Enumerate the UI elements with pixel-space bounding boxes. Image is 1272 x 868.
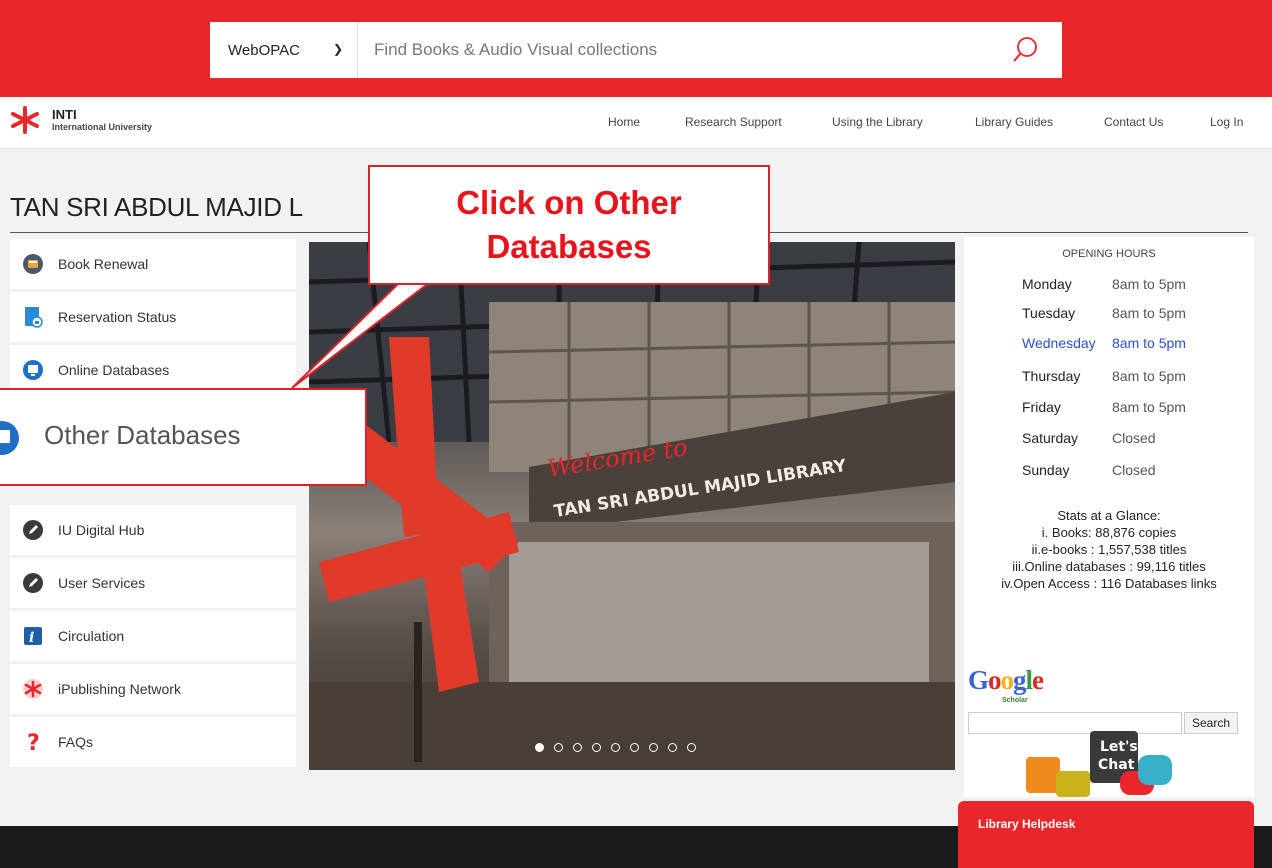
info-icon: i bbox=[22, 625, 44, 647]
sidebar-item-iu-digital-hub[interactable]: IU Digital Hub bbox=[10, 505, 296, 555]
sidebar-item-circulation[interactable]: i Circulation bbox=[10, 611, 296, 661]
helpdesk-label: Library Helpdesk bbox=[978, 817, 1076, 831]
nav-log-in[interactable]: Log In bbox=[1210, 115, 1243, 129]
hours-value: Closed bbox=[1112, 430, 1156, 446]
hours-value: Closed bbox=[1112, 462, 1156, 478]
sidebar-item-label: Online Databases bbox=[58, 362, 170, 378]
database-icon bbox=[22, 359, 44, 381]
slider-dot[interactable] bbox=[592, 743, 601, 752]
hours-value: 8am to 5pm bbox=[1112, 276, 1186, 292]
top-search-bar: WebOPAC ❯ Find Books & Audio Visual coll… bbox=[0, 0, 1272, 97]
slider-dots bbox=[309, 743, 729, 757]
stats-line: i. Books: 88,876 copies bbox=[1041, 525, 1177, 540]
slider-dot[interactable] bbox=[649, 743, 658, 752]
nav-home[interactable]: Home bbox=[608, 115, 640, 129]
document-lock-icon bbox=[22, 306, 44, 328]
sidebar-item-label: Book Renewal bbox=[58, 256, 149, 272]
slider-dot[interactable] bbox=[687, 743, 696, 752]
chat-line2: Chat bbox=[1098, 757, 1135, 773]
library-helpdesk-button[interactable]: Library Helpdesk bbox=[958, 801, 1254, 868]
database-icon bbox=[0, 421, 19, 455]
inti-star-icon bbox=[11, 106, 39, 134]
slider-dot[interactable] bbox=[630, 743, 639, 752]
book-icon bbox=[22, 253, 44, 275]
sidebar-item-label: iPublishing Network bbox=[58, 681, 181, 697]
zoom-label: Other Databases bbox=[44, 420, 241, 450]
sidebar-item-reservation-status[interactable]: Reservation Status bbox=[10, 292, 296, 342]
sidebar-item-label: User Services bbox=[58, 575, 146, 591]
search-scope-select[interactable]: WebOPAC ❯ bbox=[210, 22, 358, 78]
hours-value: 8am to 5pm bbox=[1112, 399, 1186, 415]
day-label: Tuesday bbox=[1022, 305, 1076, 321]
search-button[interactable] bbox=[990, 22, 1062, 78]
day-label: Thursday bbox=[1022, 368, 1081, 384]
stats-title: Stats at a Glance: bbox=[1057, 508, 1161, 523]
hours-value: 8am to 5pm bbox=[1112, 368, 1186, 384]
nav-research-support[interactable]: Research Support bbox=[685, 115, 782, 129]
main-navbar: INTI International University Home Resea… bbox=[0, 97, 1272, 149]
svg-text:i: i bbox=[29, 630, 34, 646]
chevron-down-icon: ❯ bbox=[332, 42, 343, 56]
day-label: Wednesday bbox=[1022, 335, 1096, 351]
right-panel: OPENING HOURS Monday 8am to 5pm Tuesday … bbox=[964, 237, 1254, 797]
logo-line1: INTI bbox=[52, 107, 77, 122]
opening-hours-title: OPENING HOURS bbox=[1062, 248, 1156, 260]
search-box: WebOPAC ❯ Find Books & Audio Visual coll… bbox=[210, 22, 1062, 78]
opening-hours-row: Tuesday 8am to 5pm bbox=[1022, 305, 1242, 323]
search-icon bbox=[1013, 37, 1037, 62]
sidebar-item-book-renewal[interactable]: Book Renewal bbox=[10, 239, 296, 289]
slider-dot[interactable] bbox=[554, 743, 563, 752]
hours-value: 8am to 5pm bbox=[1112, 305, 1186, 321]
sidebar-item-faqs[interactable]: ? FAQs bbox=[10, 717, 296, 767]
question-icon: ? bbox=[22, 731, 44, 753]
google-scholar-logo: Google bbox=[968, 665, 1044, 695]
lets-chat-icon[interactable]: Let's Chat bbox=[1020, 727, 1200, 797]
logo-text: INTI International University bbox=[52, 107, 153, 133]
page-title: TAN SRI ABDUL MAJID L bbox=[10, 192, 303, 222]
day-label: Sunday bbox=[1022, 462, 1070, 478]
google-scholar-sub: Scholar bbox=[1002, 697, 1028, 704]
stats-line: iv.Open Access : 116 Databases links bbox=[1001, 576, 1217, 591]
sidebar-item-label: FAQs bbox=[58, 734, 94, 750]
sidebar-item-ipublishing-network[interactable]: iPublishing Network bbox=[10, 664, 296, 714]
day-label: Saturday bbox=[1022, 430, 1079, 446]
slider-dot[interactable] bbox=[573, 743, 582, 752]
zoomed-sidebar-item-other-databases[interactable]: Other Databases bbox=[0, 388, 367, 486]
opening-hours-row-today: Wednesday 8am to 5pm bbox=[1022, 335, 1242, 353]
svg-text:?: ? bbox=[27, 731, 40, 753]
sidebar-item-label: Reservation Status bbox=[58, 309, 177, 325]
edit-icon bbox=[22, 572, 44, 594]
sidebar-item-user-services[interactable]: User Services bbox=[10, 558, 296, 608]
callout-pointer bbox=[291, 280, 433, 389]
nav-using-the-library[interactable]: Using the Library bbox=[832, 115, 923, 129]
callout-text: Click on Other Databases bbox=[456, 184, 682, 265]
day-label: Friday bbox=[1022, 399, 1061, 415]
sidebar-item-label: Circulation bbox=[58, 628, 125, 644]
chat-line1: Let's bbox=[1100, 739, 1138, 755]
day-label: Monday bbox=[1022, 276, 1072, 292]
hours-value: 8am to 5pm bbox=[1112, 335, 1186, 351]
search-placeholder: Find Books & Audio Visual collections bbox=[374, 40, 658, 59]
stats-line: iii.Online databases : 99,116 titles bbox=[1012, 559, 1206, 574]
stats-block: Stats at a Glance: i. Books: 88,876 copi… bbox=[964, 507, 1254, 592]
inti-logo[interactable]: INTI International University bbox=[8, 105, 152, 135]
nav-library-guides[interactable]: Library Guides bbox=[975, 115, 1053, 129]
slider-dot[interactable] bbox=[611, 743, 620, 752]
nav-contact-us[interactable]: Contact Us bbox=[1104, 115, 1163, 129]
slider-dot[interactable] bbox=[668, 743, 677, 752]
search-scope-value: WebOPAC bbox=[228, 41, 300, 59]
callout-box: Click on Other Databases bbox=[368, 165, 770, 285]
opening-hours-row: Thursday 8am to 5pm bbox=[1022, 368, 1242, 386]
logo-line2: International University bbox=[52, 122, 153, 132]
network-icon bbox=[22, 678, 44, 700]
opening-hours-row: Monday 8am to 5pm bbox=[1022, 276, 1242, 294]
slider-dot[interactable] bbox=[535, 743, 544, 752]
search-input[interactable]: Find Books & Audio Visual collections bbox=[358, 22, 990, 78]
sidebar-item-label: IU Digital Hub bbox=[58, 522, 145, 538]
opening-hours-row: Sunday Closed bbox=[1022, 462, 1242, 480]
edit-icon bbox=[22, 519, 44, 541]
opening-hours-row: Saturday Closed bbox=[1022, 430, 1242, 448]
opening-hours-row: Friday 8am to 5pm bbox=[1022, 399, 1242, 417]
stats-line: ii.e-books : 1,557,538 titles bbox=[1031, 542, 1187, 557]
